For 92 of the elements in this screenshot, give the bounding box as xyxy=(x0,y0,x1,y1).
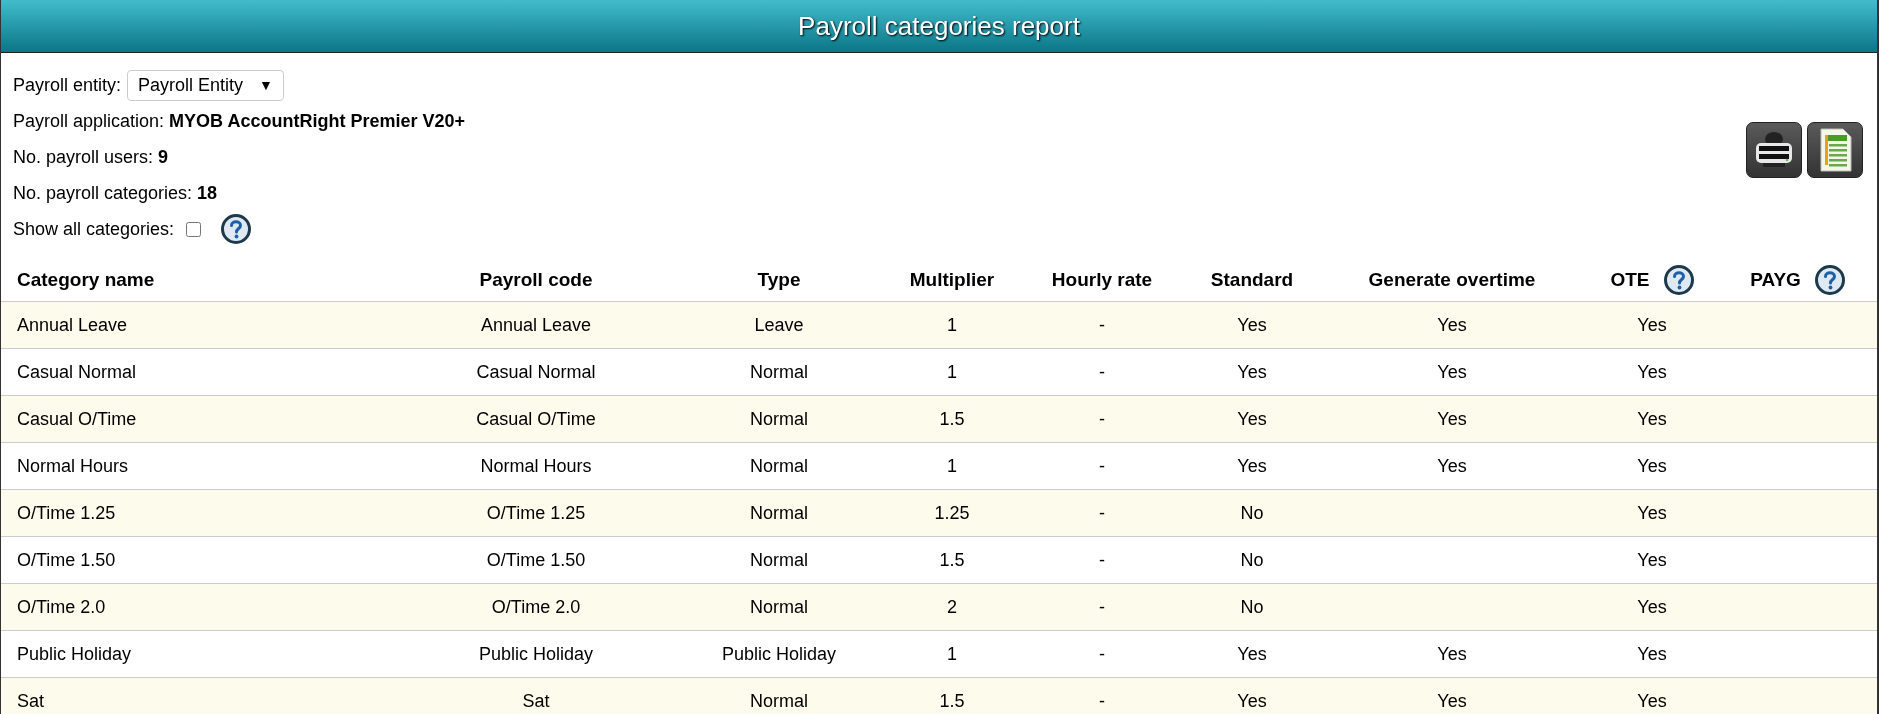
table-cell: Public Holiday xyxy=(17,643,132,664)
table-cell: O/Time 1.25 xyxy=(486,502,586,523)
table-cell: 1 xyxy=(947,643,957,664)
export-button[interactable] xyxy=(1807,122,1863,178)
show-all-checkbox[interactable] xyxy=(186,221,202,237)
table-cell: 2 xyxy=(947,596,957,617)
table-cell: 1.5 xyxy=(939,690,965,711)
table-cell: Yes xyxy=(1637,502,1667,523)
help-icon[interactable] xyxy=(1814,265,1845,295)
table-cell: Casual Normal xyxy=(17,361,137,382)
table-cell: Annual Leave xyxy=(480,314,592,335)
table-cell: Sat xyxy=(17,690,45,711)
table-cell: Public Holiday xyxy=(478,643,594,664)
table-cell: 1 xyxy=(947,361,957,382)
table-cell: No xyxy=(1240,502,1264,523)
column-header: OTE xyxy=(1610,269,1650,291)
table-cell: O/Time 2.0 xyxy=(17,596,106,617)
table-cell: - xyxy=(1099,596,1105,617)
table-cell: - xyxy=(1099,455,1105,476)
table-cell: O/Time 1.25 xyxy=(17,502,116,523)
table-cell: Normal xyxy=(750,596,808,617)
column-header: Generate overtime xyxy=(1368,269,1536,290)
table-cell: 1 xyxy=(947,455,957,476)
table-cell: - xyxy=(1099,690,1105,711)
table-cell: Yes xyxy=(1437,690,1467,711)
table-cell: O/Time 1.50 xyxy=(17,549,116,570)
field-label: Payroll entity: xyxy=(13,74,122,96)
table-cell: Yes xyxy=(1637,643,1667,664)
table-cell: Normal xyxy=(750,455,808,476)
table-cell: Yes xyxy=(1237,361,1267,382)
column-header: Standard xyxy=(1210,269,1294,290)
column-header: Hourly rate xyxy=(1051,269,1153,290)
info-text: No. payroll users: 9 xyxy=(13,146,169,168)
info-text: Payroll application: MYOB AccountRight Premier V20+ xyxy=(13,110,465,132)
column-header: Category name xyxy=(17,269,155,290)
table-cell: Yes xyxy=(1237,455,1267,476)
table-cell: 1 xyxy=(947,314,957,335)
column-header: Type xyxy=(757,269,801,290)
caret-icon: ▼ xyxy=(259,77,273,93)
help-icon[interactable] xyxy=(1663,265,1694,295)
entity-dropdown[interactable]: Payroll Entity ▼ xyxy=(127,69,284,101)
help-icon[interactable] xyxy=(221,214,252,244)
table-cell: Public Holiday xyxy=(721,643,837,664)
table-cell: Yes xyxy=(1637,549,1667,570)
table-cell: Sat xyxy=(522,690,550,711)
table-cell: Normal xyxy=(750,408,808,429)
print-button[interactable] xyxy=(1746,122,1802,178)
table-cell: Yes xyxy=(1237,643,1267,664)
table-cell: Yes xyxy=(1437,361,1467,382)
table-cell: Casual O/Time xyxy=(476,408,596,429)
table-cell: 1.5 xyxy=(939,408,965,429)
table-cell: Yes xyxy=(1437,455,1467,476)
window-title: Payroll categories report xyxy=(1,0,1877,53)
column-header: Multiplier xyxy=(909,269,995,290)
table-cell: 1.25 xyxy=(934,502,970,523)
table-cell: Normal xyxy=(750,361,808,382)
table-cell: Yes xyxy=(1637,408,1667,429)
table-cell: - xyxy=(1099,549,1105,570)
table-cell: No xyxy=(1240,596,1264,617)
table-cell: Normal Hours xyxy=(17,455,129,476)
table-cell: Casual Normal xyxy=(476,361,596,382)
table-cell: No xyxy=(1240,549,1264,570)
checkbox-label: Show all categories: xyxy=(13,218,175,240)
table-cell: Yes xyxy=(1237,690,1267,711)
table-cell: Normal Hours xyxy=(480,455,592,476)
table-cell: - xyxy=(1099,643,1105,664)
table-cell: Yes xyxy=(1437,643,1467,664)
table-cell: Yes xyxy=(1237,408,1267,429)
table-cell: Normal xyxy=(750,690,808,711)
table-cell: Yes xyxy=(1237,314,1267,335)
table-cell: Annual Leave xyxy=(17,314,128,335)
table-cell: Yes xyxy=(1637,596,1667,617)
table-cell: 1.5 xyxy=(939,549,965,570)
table-cell: Yes xyxy=(1637,314,1667,335)
table-cell: - xyxy=(1099,314,1105,335)
table-cell: Yes xyxy=(1437,408,1467,429)
table-cell: O/Time 1.50 xyxy=(486,549,586,570)
table-cell: Normal xyxy=(750,549,808,570)
table-cell: - xyxy=(1099,502,1105,523)
table-cell: - xyxy=(1099,361,1105,382)
table-cell: Yes xyxy=(1437,314,1467,335)
table-cell: Yes xyxy=(1637,690,1667,711)
table-cell: Normal xyxy=(750,502,808,523)
table-cell: Casual O/Time xyxy=(17,408,137,429)
column-header: Payroll code xyxy=(479,269,593,290)
table-cell: - xyxy=(1099,408,1105,429)
table-cell: O/Time 2.0 xyxy=(491,596,581,617)
info-text: No. payroll categories: 18 xyxy=(13,182,218,204)
table-cell: Leave xyxy=(754,314,804,335)
column-header: PAYG xyxy=(1750,269,1801,291)
table-cell: Yes xyxy=(1637,455,1667,476)
table-cell: Yes xyxy=(1637,361,1667,382)
